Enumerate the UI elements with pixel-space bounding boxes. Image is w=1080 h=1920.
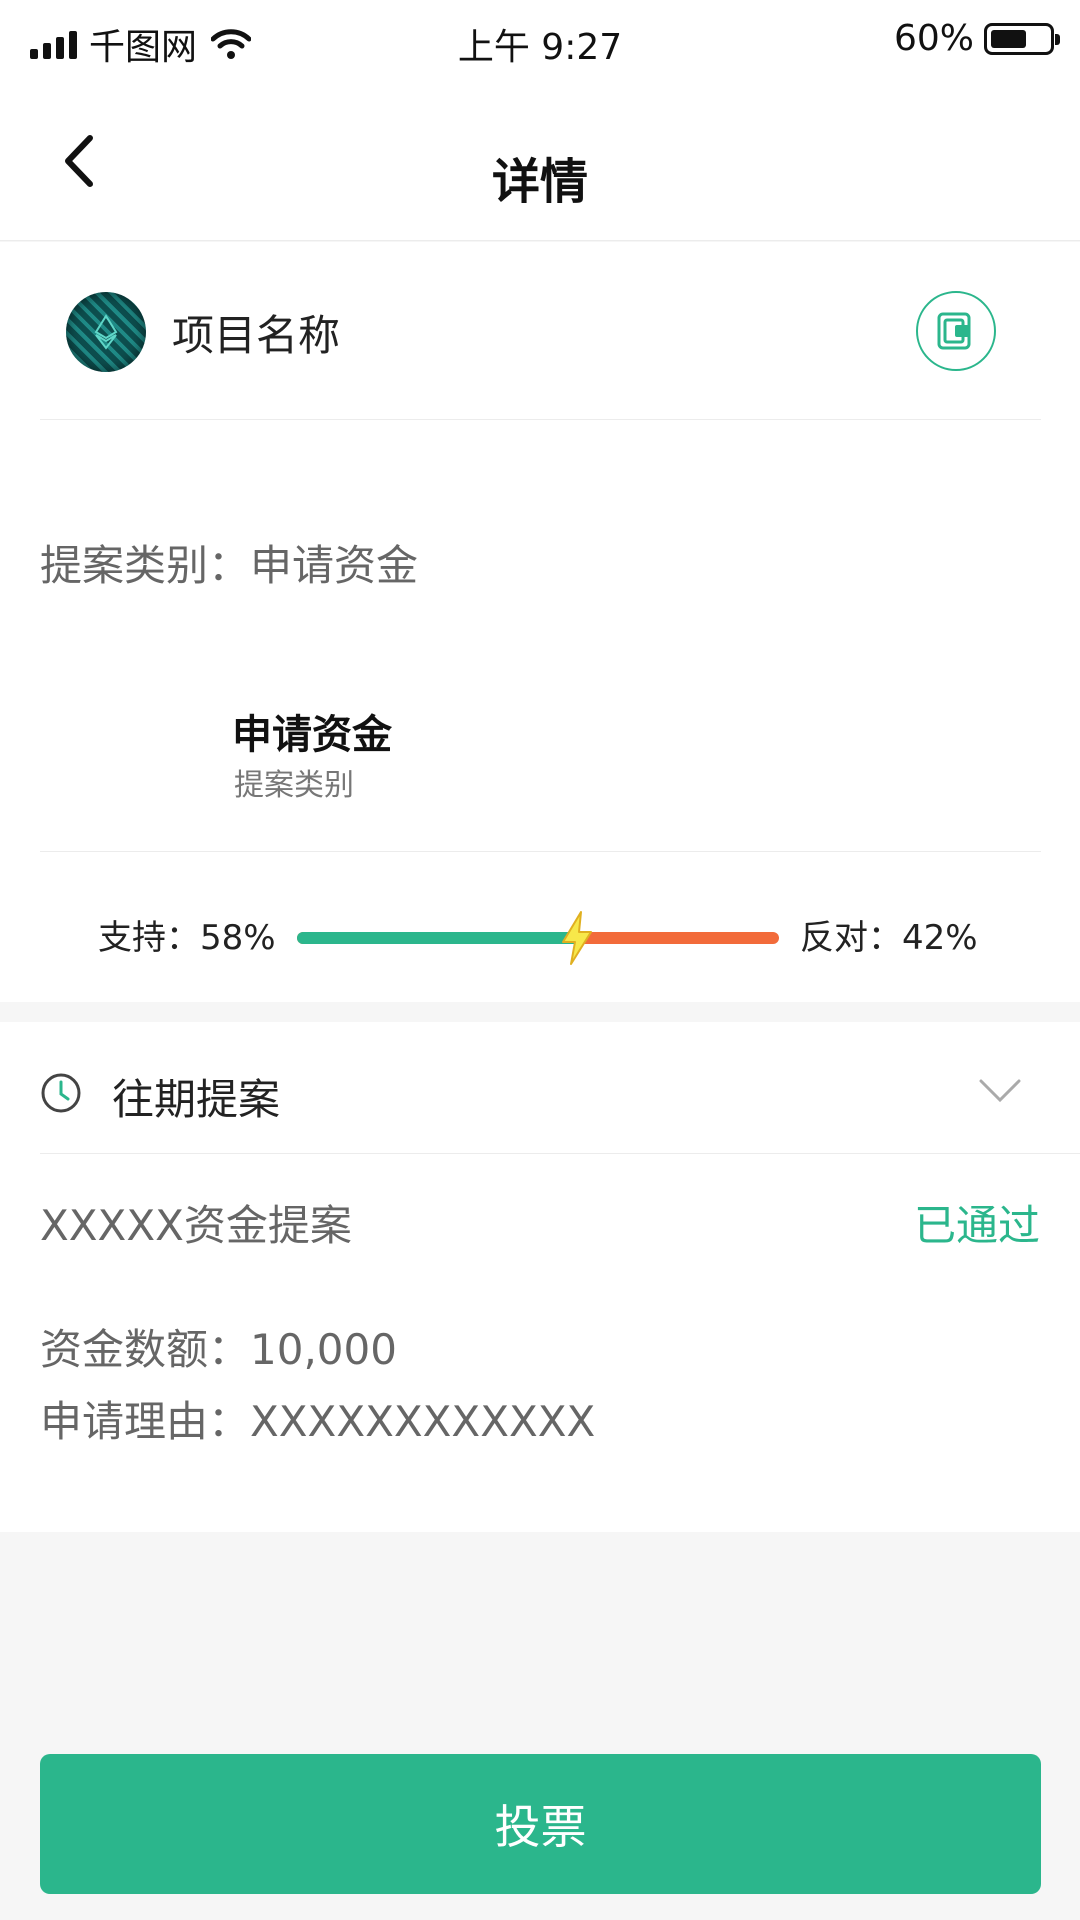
amount-label: 资金数额： xyxy=(40,1325,251,1374)
ethereum-logo-icon xyxy=(94,314,118,350)
history-item-status: 已通过 xyxy=(913,1201,1040,1250)
support-label: 支持：58% xyxy=(98,918,276,958)
oppose-label: 反对：42% xyxy=(800,918,978,958)
chevron-down-icon[interactable] xyxy=(978,1078,1022,1104)
lightning-bolt-icon xyxy=(561,911,592,965)
document-badge-icon xyxy=(937,312,971,350)
history-header[interactable]: 往期提案 xyxy=(40,1022,1080,1154)
support-fill xyxy=(297,932,577,944)
proposal-bold-title: 申请资金 xyxy=(232,712,392,758)
project-avatar xyxy=(66,292,146,372)
proposal-sub-label: 提案类别 xyxy=(234,768,354,803)
proposal-type-label: 提案类别： xyxy=(40,541,251,590)
status-bar-right: 60% xyxy=(893,18,1060,59)
battery-icon xyxy=(984,22,1060,55)
status-bar: 千图网 上午 9:27 60% xyxy=(0,0,1080,76)
history-card: 往期提案 XXXXX资金提案 已通过 资金数额：10,000 申请理由：XXXX… xyxy=(0,1022,1080,1532)
history-amount: 资金数额：10,000 xyxy=(40,1316,397,1377)
proposal-type-value: 申请资金 xyxy=(250,541,419,590)
history-item-title[interactable]: XXXXX资金提案 xyxy=(40,1192,352,1253)
project-row[interactable]: 项目名称 xyxy=(40,242,1041,420)
history-reason: 申请理由：XXXXXXXXXXXX xyxy=(40,1388,595,1449)
page-title: 详情 xyxy=(491,154,588,210)
nav-bar: 详情 xyxy=(0,76,1080,241)
amount-value: 10,000 xyxy=(250,1325,397,1374)
proposal-type-line: 提案类别：申请资金 xyxy=(40,532,418,593)
vote-ratio-bar xyxy=(297,911,779,965)
clock-icon xyxy=(41,1073,81,1113)
vote-ratio-row: 支持：58% 反对：42% xyxy=(0,902,1080,972)
battery-fill xyxy=(991,29,1026,48)
battery-percent: 60% xyxy=(893,18,974,59)
detail-page: 千图网 上午 9:27 60% 详情 项目名称 提案类别：申请资金 申请资金 提… xyxy=(0,0,1080,1920)
project-name: 项目名称 xyxy=(172,311,341,360)
divider xyxy=(40,851,1041,852)
vote-button[interactable]: 投票 xyxy=(40,1754,1041,1894)
proposal-card: 项目名称 提案类别：申请资金 申请资金 提案类别 支持：58% 反对：42% xyxy=(0,242,1080,1002)
history-title: 往期提案 xyxy=(112,1075,281,1124)
project-badge-button[interactable] xyxy=(916,291,996,371)
reason-label: 申请理由： xyxy=(40,1397,251,1446)
reason-value: XXXXXXXXXXXX xyxy=(250,1397,596,1446)
